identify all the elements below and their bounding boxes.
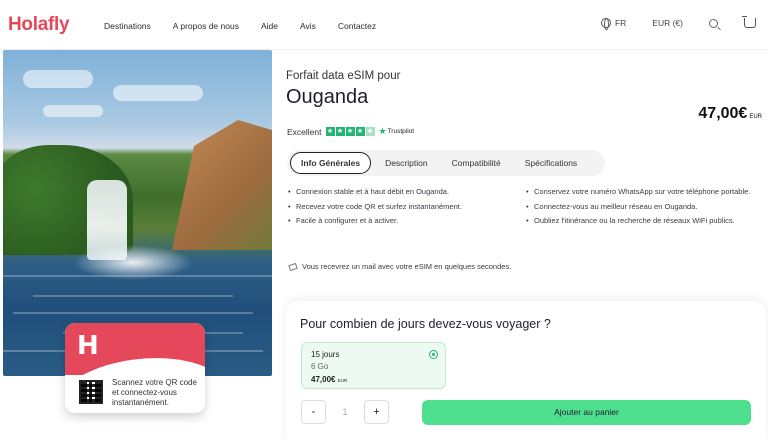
nav-reviews[interactable]: Avis — [300, 21, 316, 31]
tab-compatibilite[interactable]: Compatibilité — [442, 153, 511, 173]
radio-selected-icon[interactable] — [429, 350, 438, 359]
product-price: 47,00€ EUR — [698, 105, 762, 122]
search-button[interactable] — [709, 18, 718, 28]
nav-contact[interactable]: Contactez — [338, 21, 376, 31]
tab-info-generales[interactable]: Info Générales — [290, 152, 372, 174]
features-right: Conservez votre numéro WhatsApp sur votr… — [526, 187, 762, 231]
plan-price: 47,00€ EUR — [311, 375, 348, 384]
page-title: Ouganda — [286, 86, 369, 108]
cart-icon — [742, 16, 756, 28]
header-actions: FR EUR (€) — [600, 16, 756, 30]
decrease-quantity-button[interactable]: - — [301, 400, 326, 424]
nav-about[interactable]: A propos de nous — [173, 21, 239, 31]
days-question: Pour combien de jours devez-vous voyager… — [300, 317, 551, 331]
list-item: Conservez votre numéro WhatsApp sur votr… — [526, 187, 762, 198]
nav-help[interactable]: Aide — [261, 21, 278, 31]
list-item: Recevez votre code QR et surfez instanta… — [288, 202, 510, 213]
rating-stars-icon: ★ ★ ★ ★ ★ — [325, 127, 375, 136]
plan-data: 6 Go — [311, 362, 329, 371]
globe-icon — [600, 18, 611, 30]
tab-specifications[interactable]: Spécifications — [515, 153, 587, 173]
list-item: Connectez-vous au meilleur réseau en Oug… — [526, 202, 762, 213]
trustpilot-logo: ★ Trustpilot — [378, 126, 415, 136]
mail-note-text: Vous recevrez un mail avec votre eSIM en… — [302, 262, 512, 271]
quantity-value[interactable]: 1 — [326, 407, 364, 417]
scan-instructions: Scannez votre QR code et connectez-vous … — [112, 378, 197, 407]
features-left: Connexion stable et à haut débit en Ouga… — [288, 187, 510, 231]
search-icon — [709, 18, 718, 28]
qr-code-icon — [79, 380, 103, 404]
language-label: FR — [614, 18, 627, 28]
booking-panel: Pour combien de jours devez-vous voyager… — [286, 301, 766, 440]
add-to-cart-button[interactable]: Ajouter au panier — [422, 400, 751, 425]
plan-option-15-days[interactable]: 15 jours 6 Go 47,00€ EUR — [301, 342, 446, 389]
site-header: Holafly Destinations A propos de nous Ai… — [0, 0, 768, 50]
trustpilot-rating[interactable]: Excellent ★ ★ ★ ★ ★ ★ Trustpilot — [287, 126, 414, 137]
plan-days: 15 jours — [311, 350, 340, 359]
product-tabs: Info Générales Description Compatibilité… — [287, 150, 605, 176]
list-item: Facile à configurer et à activer. — [288, 216, 510, 227]
mail-note: Vous recevrez un mail avec votre eSIM en… — [288, 262, 512, 271]
language-selector[interactable]: FR — [600, 18, 627, 30]
send-mail-icon — [288, 262, 298, 271]
quantity-stepper: - 1 + — [301, 400, 389, 424]
holafly-h-logo-icon: H — [77, 331, 99, 361]
currency-label: EUR (€) — [652, 18, 683, 28]
currency-selector[interactable]: EUR (€) — [652, 18, 683, 28]
list-item: Connexion stable et à haut débit en Ouga… — [288, 187, 510, 198]
holafly-logo[interactable]: Holafly — [8, 14, 70, 36]
increase-quantity-button[interactable]: + — [364, 400, 389, 424]
rating-label: Excellent — [287, 126, 322, 137]
list-item: Oubliez l'itinérance ou la recherche de … — [526, 216, 762, 227]
main-nav: Destinations A propos de nous Aide Avis … — [104, 21, 398, 31]
tab-description[interactable]: Description — [375, 153, 438, 173]
cart-button[interactable] — [742, 16, 756, 28]
nav-destinations[interactable]: Destinations — [104, 21, 151, 31]
product-subtitle: Forfait data eSIM pour — [286, 70, 401, 82]
